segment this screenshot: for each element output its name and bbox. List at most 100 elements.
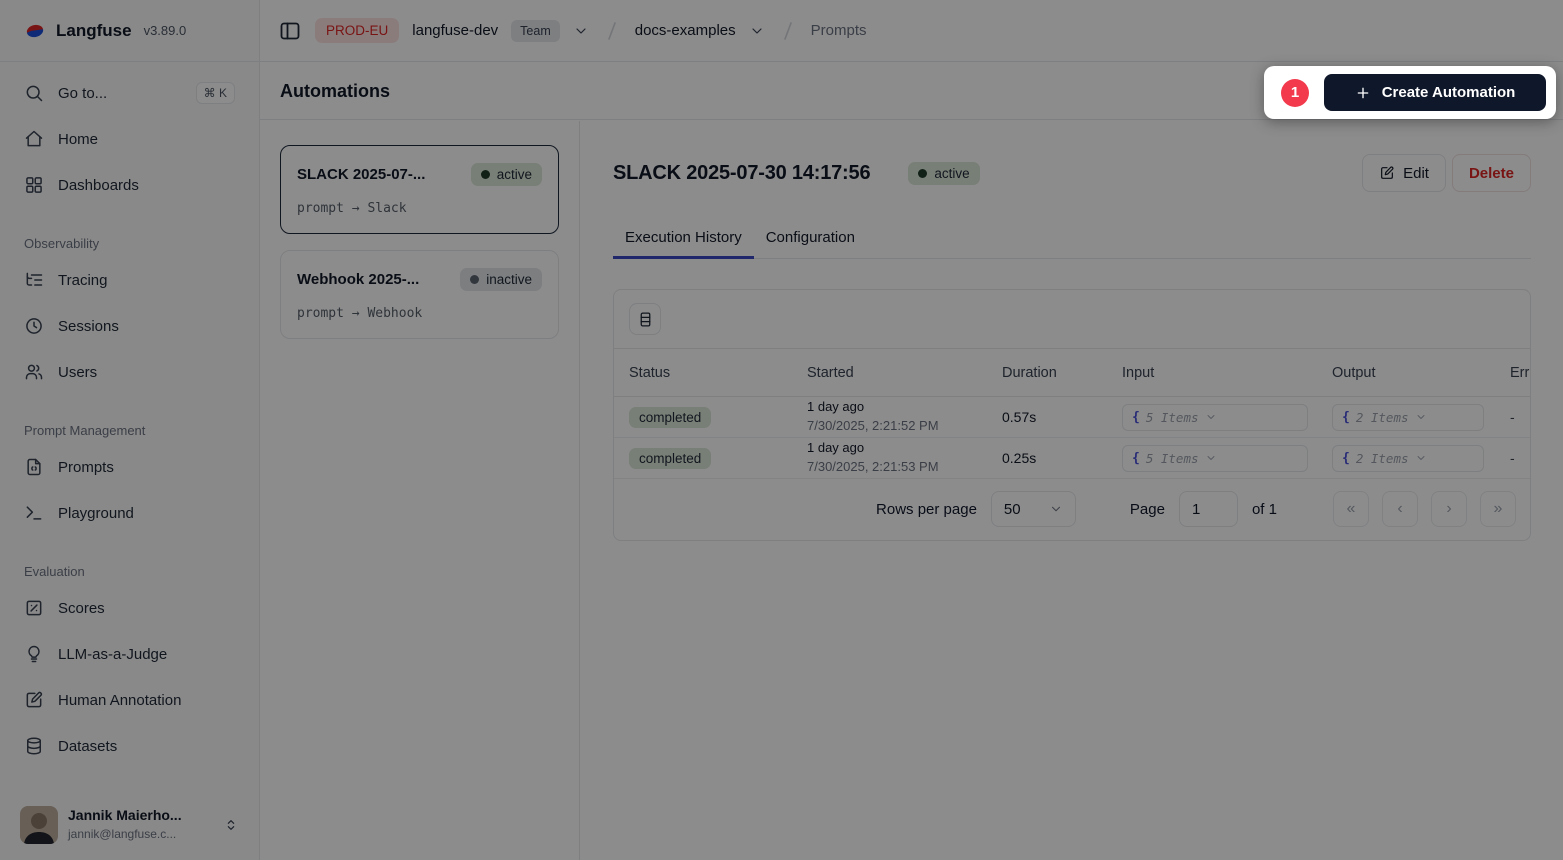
project-chevron-down-icon[interactable]: [749, 23, 765, 39]
automation-route: prompt → Slack: [297, 201, 542, 216]
sidebar-item-label: Scores: [58, 600, 105, 617]
automation-card-slack[interactable]: SLACK 2025-07-... active prompt → Slack: [280, 145, 559, 234]
org-role-badge: Team: [511, 20, 560, 42]
automation-card-webhook[interactable]: Webhook 2025-... inactive prompt → Webho…: [280, 250, 559, 339]
create-automation-label: Create Automation: [1382, 84, 1516, 101]
output-items-label: 2 Items: [1356, 451, 1409, 466]
sidebar-item-prompts[interactable]: Prompts: [10, 450, 249, 484]
json-brace: {: [1342, 410, 1350, 425]
first-page-button[interactable]: «: [1333, 491, 1369, 527]
input-json-chip[interactable]: {5 Items: [1122, 445, 1308, 472]
sidebar-item-label: Dashboards: [58, 177, 139, 194]
scores-icon: [24, 598, 44, 618]
duration-cell: 0.57s: [1002, 409, 1122, 425]
sidebar-item-home[interactable]: Home: [10, 122, 249, 156]
output-json-chip[interactable]: {2 Items: [1332, 404, 1484, 431]
input-items-label: 5 Items: [1146, 410, 1199, 425]
sidebar-item-label: Users: [58, 364, 97, 381]
json-brace: {: [1132, 451, 1140, 466]
tracing-icon: [24, 270, 44, 290]
create-automation-button[interactable]: Create Automation: [1324, 74, 1546, 111]
status-dot: [481, 170, 490, 179]
langfuse-logo-icon: [22, 17, 48, 43]
goto-search[interactable]: Go to... ⌘ K: [10, 76, 249, 110]
status-label: active: [497, 167, 532, 182]
sidebar-item-users[interactable]: Users: [10, 355, 249, 389]
next-page-button[interactable]: ›: [1431, 491, 1467, 527]
sidebar-toggle-icon[interactable]: [278, 19, 302, 43]
sidebar-item-scores[interactable]: Scores: [10, 591, 249, 625]
table-toolbar: [614, 290, 1530, 348]
page-number-input[interactable]: [1179, 491, 1238, 527]
col-error: Error: [1510, 365, 1530, 381]
col-output: Output: [1332, 365, 1510, 381]
detail-tabs: Execution History Configuration: [613, 229, 1531, 259]
col-status: Status: [629, 365, 807, 381]
chevron-down-icon: [1205, 411, 1217, 423]
page-of-label: of 1: [1252, 501, 1277, 518]
started-cell: 1 day ago7/30/2025, 2:21:53 PM: [807, 439, 1002, 477]
page-title: Automations: [280, 81, 390, 102]
delete-button[interactable]: Delete: [1452, 154, 1531, 192]
avatar: [20, 806, 58, 844]
table-rows-icon: [637, 311, 654, 328]
home-icon: [24, 129, 44, 149]
user-name: Jannik Maierho...: [68, 807, 182, 823]
tab-execution-history[interactable]: Execution History: [613, 229, 754, 258]
project-name[interactable]: docs-examples: [635, 22, 736, 39]
annotation-pen-icon: [24, 690, 44, 710]
error-cell: -: [1510, 409, 1530, 425]
detail-title: SLACK 2025-07-30 14:17:56: [613, 162, 870, 185]
prompts-file-icon: [24, 457, 44, 477]
table-row: completed 1 day ago7/30/2025, 2:21:52 PM…: [614, 397, 1530, 438]
section-evaluation: Evaluation: [0, 564, 259, 579]
step-marker-badge: 1: [1281, 79, 1309, 107]
rows-per-page-value: 50: [1004, 501, 1021, 518]
status-badge: active: [471, 163, 542, 186]
prev-page-button[interactable]: ‹: [1382, 491, 1418, 527]
sidebar: Langfuse v3.89.0 Go to... ⌘ K Home Dashb…: [0, 0, 260, 860]
sidebar-item-llm-as-a-judge[interactable]: LLM-as-a-Judge: [10, 637, 249, 671]
sidebar-item-sessions[interactable]: Sessions: [10, 309, 249, 343]
output-json-chip[interactable]: {2 Items: [1332, 445, 1484, 472]
status-label: completed: [639, 410, 701, 425]
sidebar-item-label: Playground: [58, 505, 134, 522]
execution-status-badge: completed: [629, 448, 711, 469]
shortcut-badge: ⌘ K: [196, 82, 235, 104]
tab-configuration[interactable]: Configuration: [754, 229, 867, 258]
input-json-chip[interactable]: {5 Items: [1122, 404, 1308, 431]
chevron-down-icon: [1049, 502, 1063, 516]
sidebar-nav: Go to... ⌘ K Home Dashboards Observabili…: [0, 62, 259, 763]
detail-header: SLACK 2025-07-30 14:17:56 active Edit De…: [613, 154, 1531, 192]
executions-table-card: Status Started Duration Input Output Err…: [613, 289, 1531, 541]
input-items-label: 5 Items: [1146, 451, 1199, 466]
last-page-button[interactable]: »: [1480, 491, 1516, 527]
chevron-down-icon: [1415, 411, 1427, 423]
status-dot: [470, 275, 479, 284]
sidebar-item-human-annotation[interactable]: Human Annotation: [10, 683, 249, 717]
user-menu[interactable]: Jannik Maierho... jannik@langfuse.c...: [10, 798, 249, 852]
section-prompt-management: Prompt Management: [0, 423, 259, 438]
col-duration: Duration: [1002, 365, 1122, 381]
sidebar-item-tracing[interactable]: Tracing: [10, 263, 249, 297]
sidebar-item-playground[interactable]: Playground: [10, 496, 249, 530]
sidebar-item-datasets[interactable]: Datasets: [10, 729, 249, 763]
sidebar-item-dashboards[interactable]: Dashboards: [10, 168, 249, 202]
org-chevron-down-icon[interactable]: [573, 23, 589, 39]
edit-button[interactable]: Edit: [1362, 154, 1446, 192]
search-icon: [24, 83, 44, 103]
org-name[interactable]: langfuse-dev: [412, 22, 498, 39]
table-header-row: Status Started Duration Input Output Err…: [614, 348, 1530, 397]
user-email: jannik@langfuse.c...: [68, 827, 176, 841]
rows-per-page-select[interactable]: 50: [991, 491, 1076, 527]
terminal-icon: [24, 503, 44, 523]
breadcrumb-slash-icon: [602, 19, 622, 43]
edit-label: Edit: [1403, 165, 1429, 182]
breadcrumb-slash-icon: [778, 19, 798, 43]
topbar: PROD-EU langfuse-dev Team docs-examples …: [260, 0, 1563, 62]
clock-icon: [24, 316, 44, 336]
duration-cell: 0.25s: [1002, 450, 1122, 466]
column-visibility-button[interactable]: [629, 303, 661, 335]
automation-name: Webhook 2025-...: [297, 271, 419, 288]
chevron-down-icon: [1205, 452, 1217, 464]
